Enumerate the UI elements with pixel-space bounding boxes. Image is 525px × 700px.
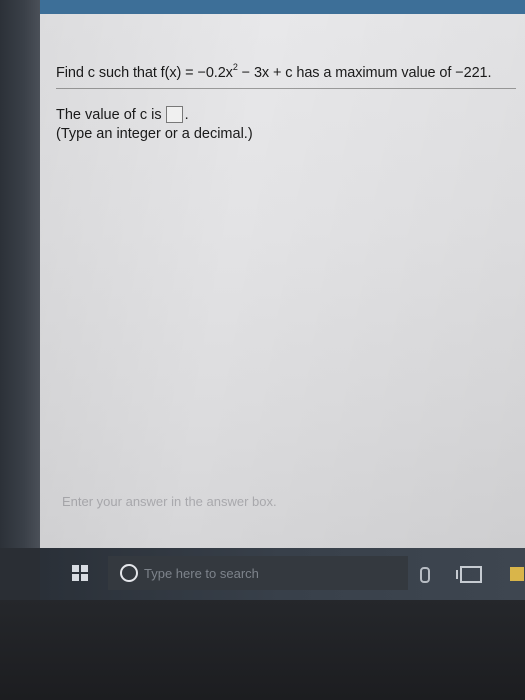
- bottom-bezel: [0, 600, 525, 700]
- problem-max-value: −221: [455, 65, 488, 81]
- answer-input[interactable]: [165, 106, 183, 123]
- file-explorer-icon[interactable]: [510, 567, 524, 581]
- left-bezel-lower: [0, 548, 40, 600]
- answer-period: .: [184, 106, 189, 123]
- status-message: Enter your answer in the answer box.: [62, 494, 277, 509]
- taskbar-search-box[interactable]: Type here to search: [108, 556, 408, 590]
- microphone-icon[interactable]: [420, 567, 430, 583]
- taskbar: Type here to search: [40, 548, 525, 600]
- browser-viewport: Find c such that f(x) = −0.2x2 − 3x + c …: [40, 14, 525, 548]
- problem-statement: Find c such that f(x) = −0.2x2 − 3x + c …: [56, 62, 516, 89]
- answer-hint: (Type an integer or a decimal.): [56, 126, 253, 142]
- cortana-circle-icon: [120, 564, 138, 582]
- top-bezel: [0, 0, 525, 14]
- windows-logo-icon[interactable]: [72, 565, 88, 581]
- window-title-bar: [40, 0, 525, 14]
- answer-line: The value of c is .: [56, 106, 516, 123]
- question-panel: Find c such that f(x) = −0.2x2 − 3x + c …: [56, 62, 516, 142]
- problem-coefficient: −0.2x: [197, 65, 233, 81]
- answer-label: The value of c is: [56, 106, 162, 123]
- problem-prefix: Find c such that f(x) =: [56, 65, 198, 81]
- left-bezel: [0, 0, 40, 548]
- search-placeholder: Type here to search: [144, 566, 259, 581]
- problem-end: .: [487, 65, 492, 81]
- task-view-icon[interactable]: [456, 566, 482, 583]
- problem-rest: − 3x + c has a maximum value of: [237, 65, 456, 81]
